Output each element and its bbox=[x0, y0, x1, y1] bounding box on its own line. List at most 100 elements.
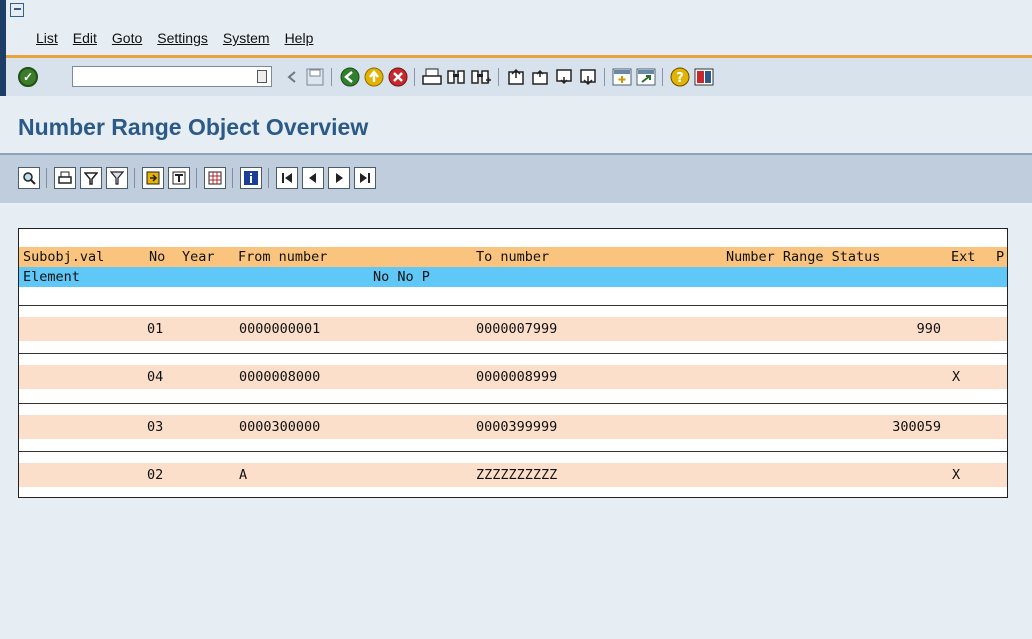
table-row[interactable]: 01 0000000001 0000007999 990 bbox=[19, 317, 1007, 341]
enter-check-icon[interactable]: ✓ bbox=[18, 67, 38, 87]
toolbar-separator bbox=[331, 68, 332, 86]
cell-no: 03 bbox=[147, 419, 164, 435]
back-arrow-icon[interactable] bbox=[286, 70, 298, 84]
menu-list[interactable]: List bbox=[36, 30, 58, 46]
toolbar-separator bbox=[414, 68, 415, 86]
col-element: Element bbox=[23, 269, 80, 285]
set-filter-icon bbox=[110, 171, 124, 185]
col-ext: Ext bbox=[951, 249, 976, 265]
column-header-row: Subobj.val No Year From number To number… bbox=[19, 247, 1007, 267]
column-header-row-2: Element No No P bbox=[19, 267, 1007, 287]
find-icon[interactable] bbox=[446, 68, 466, 86]
new-session-icon[interactable] bbox=[612, 68, 632, 86]
command-field[interactable] bbox=[72, 66, 272, 87]
shortcut-icon[interactable] bbox=[636, 68, 656, 86]
grid-icon bbox=[208, 171, 222, 185]
back-icon[interactable] bbox=[340, 67, 360, 87]
export-icon bbox=[146, 171, 160, 185]
information-button[interactable] bbox=[240, 167, 262, 189]
print-button[interactable] bbox=[54, 167, 76, 189]
application-toolbar bbox=[0, 155, 1032, 203]
toolbar-separator bbox=[268, 168, 269, 188]
col-status: Number Range Status bbox=[726, 249, 881, 265]
row-divider bbox=[19, 451, 1007, 452]
menu-goto[interactable]: Goto bbox=[112, 30, 142, 46]
save-icon[interactable] bbox=[306, 68, 324, 86]
row-divider bbox=[19, 305, 1007, 306]
menu-bar: List Edit Goto Settings System Help bbox=[0, 0, 1032, 58]
system-menu-icon[interactable] bbox=[10, 3, 24, 17]
magnifier-icon bbox=[23, 172, 36, 185]
toolbar-separator bbox=[46, 168, 47, 188]
layout-menu-icon[interactable] bbox=[694, 68, 714, 86]
first-page-icon[interactable] bbox=[506, 68, 526, 86]
cell-to: ZZZZZZZZZZ bbox=[476, 467, 558, 483]
col-no: No bbox=[149, 249, 166, 265]
cell-status: 300059 bbox=[892, 419, 941, 435]
toolbar-separator bbox=[662, 68, 663, 86]
previous-page-button[interactable] bbox=[302, 167, 324, 189]
first-page-button[interactable] bbox=[276, 167, 298, 189]
menu-system[interactable]: System bbox=[223, 30, 270, 46]
toolbar-separator bbox=[604, 68, 605, 86]
spreadsheet-button[interactable] bbox=[204, 167, 226, 189]
col-to: To number bbox=[476, 249, 550, 265]
layout-button[interactable] bbox=[168, 167, 190, 189]
list-output: Subobj.val No Year From number To number… bbox=[18, 228, 1008, 498]
title-bar: Number Range Object Overview bbox=[0, 96, 1032, 155]
last-page-icon[interactable] bbox=[578, 68, 598, 86]
window-edge bbox=[0, 58, 6, 96]
svg-text:?: ? bbox=[676, 71, 684, 86]
col-year: Year bbox=[182, 249, 215, 265]
cell-to: 0000007999 bbox=[476, 321, 558, 337]
first-page-icon bbox=[282, 173, 292, 183]
next-page-icon bbox=[336, 173, 343, 183]
standard-toolbar: ✓ ? bbox=[0, 58, 1032, 97]
info-icon bbox=[244, 171, 258, 185]
cancel-icon[interactable] bbox=[388, 67, 408, 87]
table-row[interactable]: 02 A ZZZZZZZZZZ X bbox=[19, 463, 1007, 487]
table-row[interactable]: 04 0000008000 0000008999 X bbox=[19, 365, 1007, 389]
previous-page-icon bbox=[309, 173, 316, 183]
cell-no: 04 bbox=[147, 369, 164, 385]
cell-no: 01 bbox=[147, 321, 164, 337]
col-no-no-p: No No P bbox=[373, 269, 430, 285]
cell-from: A bbox=[239, 467, 248, 483]
toolbar-separator bbox=[232, 168, 233, 188]
cell-to: 0000399999 bbox=[476, 419, 558, 435]
previous-page-icon[interactable] bbox=[530, 68, 550, 86]
col-from: From number bbox=[238, 249, 328, 265]
menu-settings[interactable]: Settings bbox=[157, 30, 208, 46]
menu-edit[interactable]: Edit bbox=[73, 30, 97, 46]
cell-to: 0000008999 bbox=[476, 369, 558, 385]
cell-no: 02 bbox=[147, 467, 164, 483]
page-title: Number Range Object Overview bbox=[18, 114, 369, 140]
row-divider bbox=[19, 403, 1007, 404]
cell-from: 0000008000 bbox=[239, 369, 321, 385]
toolbar-separator bbox=[196, 168, 197, 188]
last-page-button[interactable] bbox=[354, 167, 376, 189]
next-page-icon[interactable] bbox=[554, 68, 574, 86]
help-icon[interactable]: ? bbox=[670, 67, 690, 87]
find-next-icon[interactable] bbox=[470, 68, 492, 86]
command-history-icon[interactable] bbox=[257, 70, 267, 83]
exit-icon[interactable] bbox=[364, 67, 384, 87]
table-row[interactable]: 03 0000300000 0000399999 300059 bbox=[19, 415, 1007, 439]
next-page-button[interactable] bbox=[328, 167, 350, 189]
menu-help[interactable]: Help bbox=[285, 30, 314, 46]
cell-status: 990 bbox=[916, 321, 941, 337]
print-icon bbox=[58, 171, 72, 184]
cell-from: 0000000001 bbox=[239, 321, 321, 337]
filter-icon bbox=[84, 172, 98, 185]
cell-ext: X bbox=[952, 369, 961, 385]
print-icon[interactable] bbox=[422, 68, 442, 86]
row-divider bbox=[19, 353, 1007, 354]
window-edge bbox=[0, 0, 6, 58]
export-button[interactable] bbox=[142, 167, 164, 189]
set-filter-button[interactable] bbox=[106, 167, 128, 189]
toolbar-separator bbox=[134, 168, 135, 188]
layout-icon bbox=[172, 171, 186, 185]
cell-from: 0000300000 bbox=[239, 419, 321, 435]
filter-button[interactable] bbox=[80, 167, 102, 189]
choose-details-button[interactable] bbox=[18, 167, 40, 189]
